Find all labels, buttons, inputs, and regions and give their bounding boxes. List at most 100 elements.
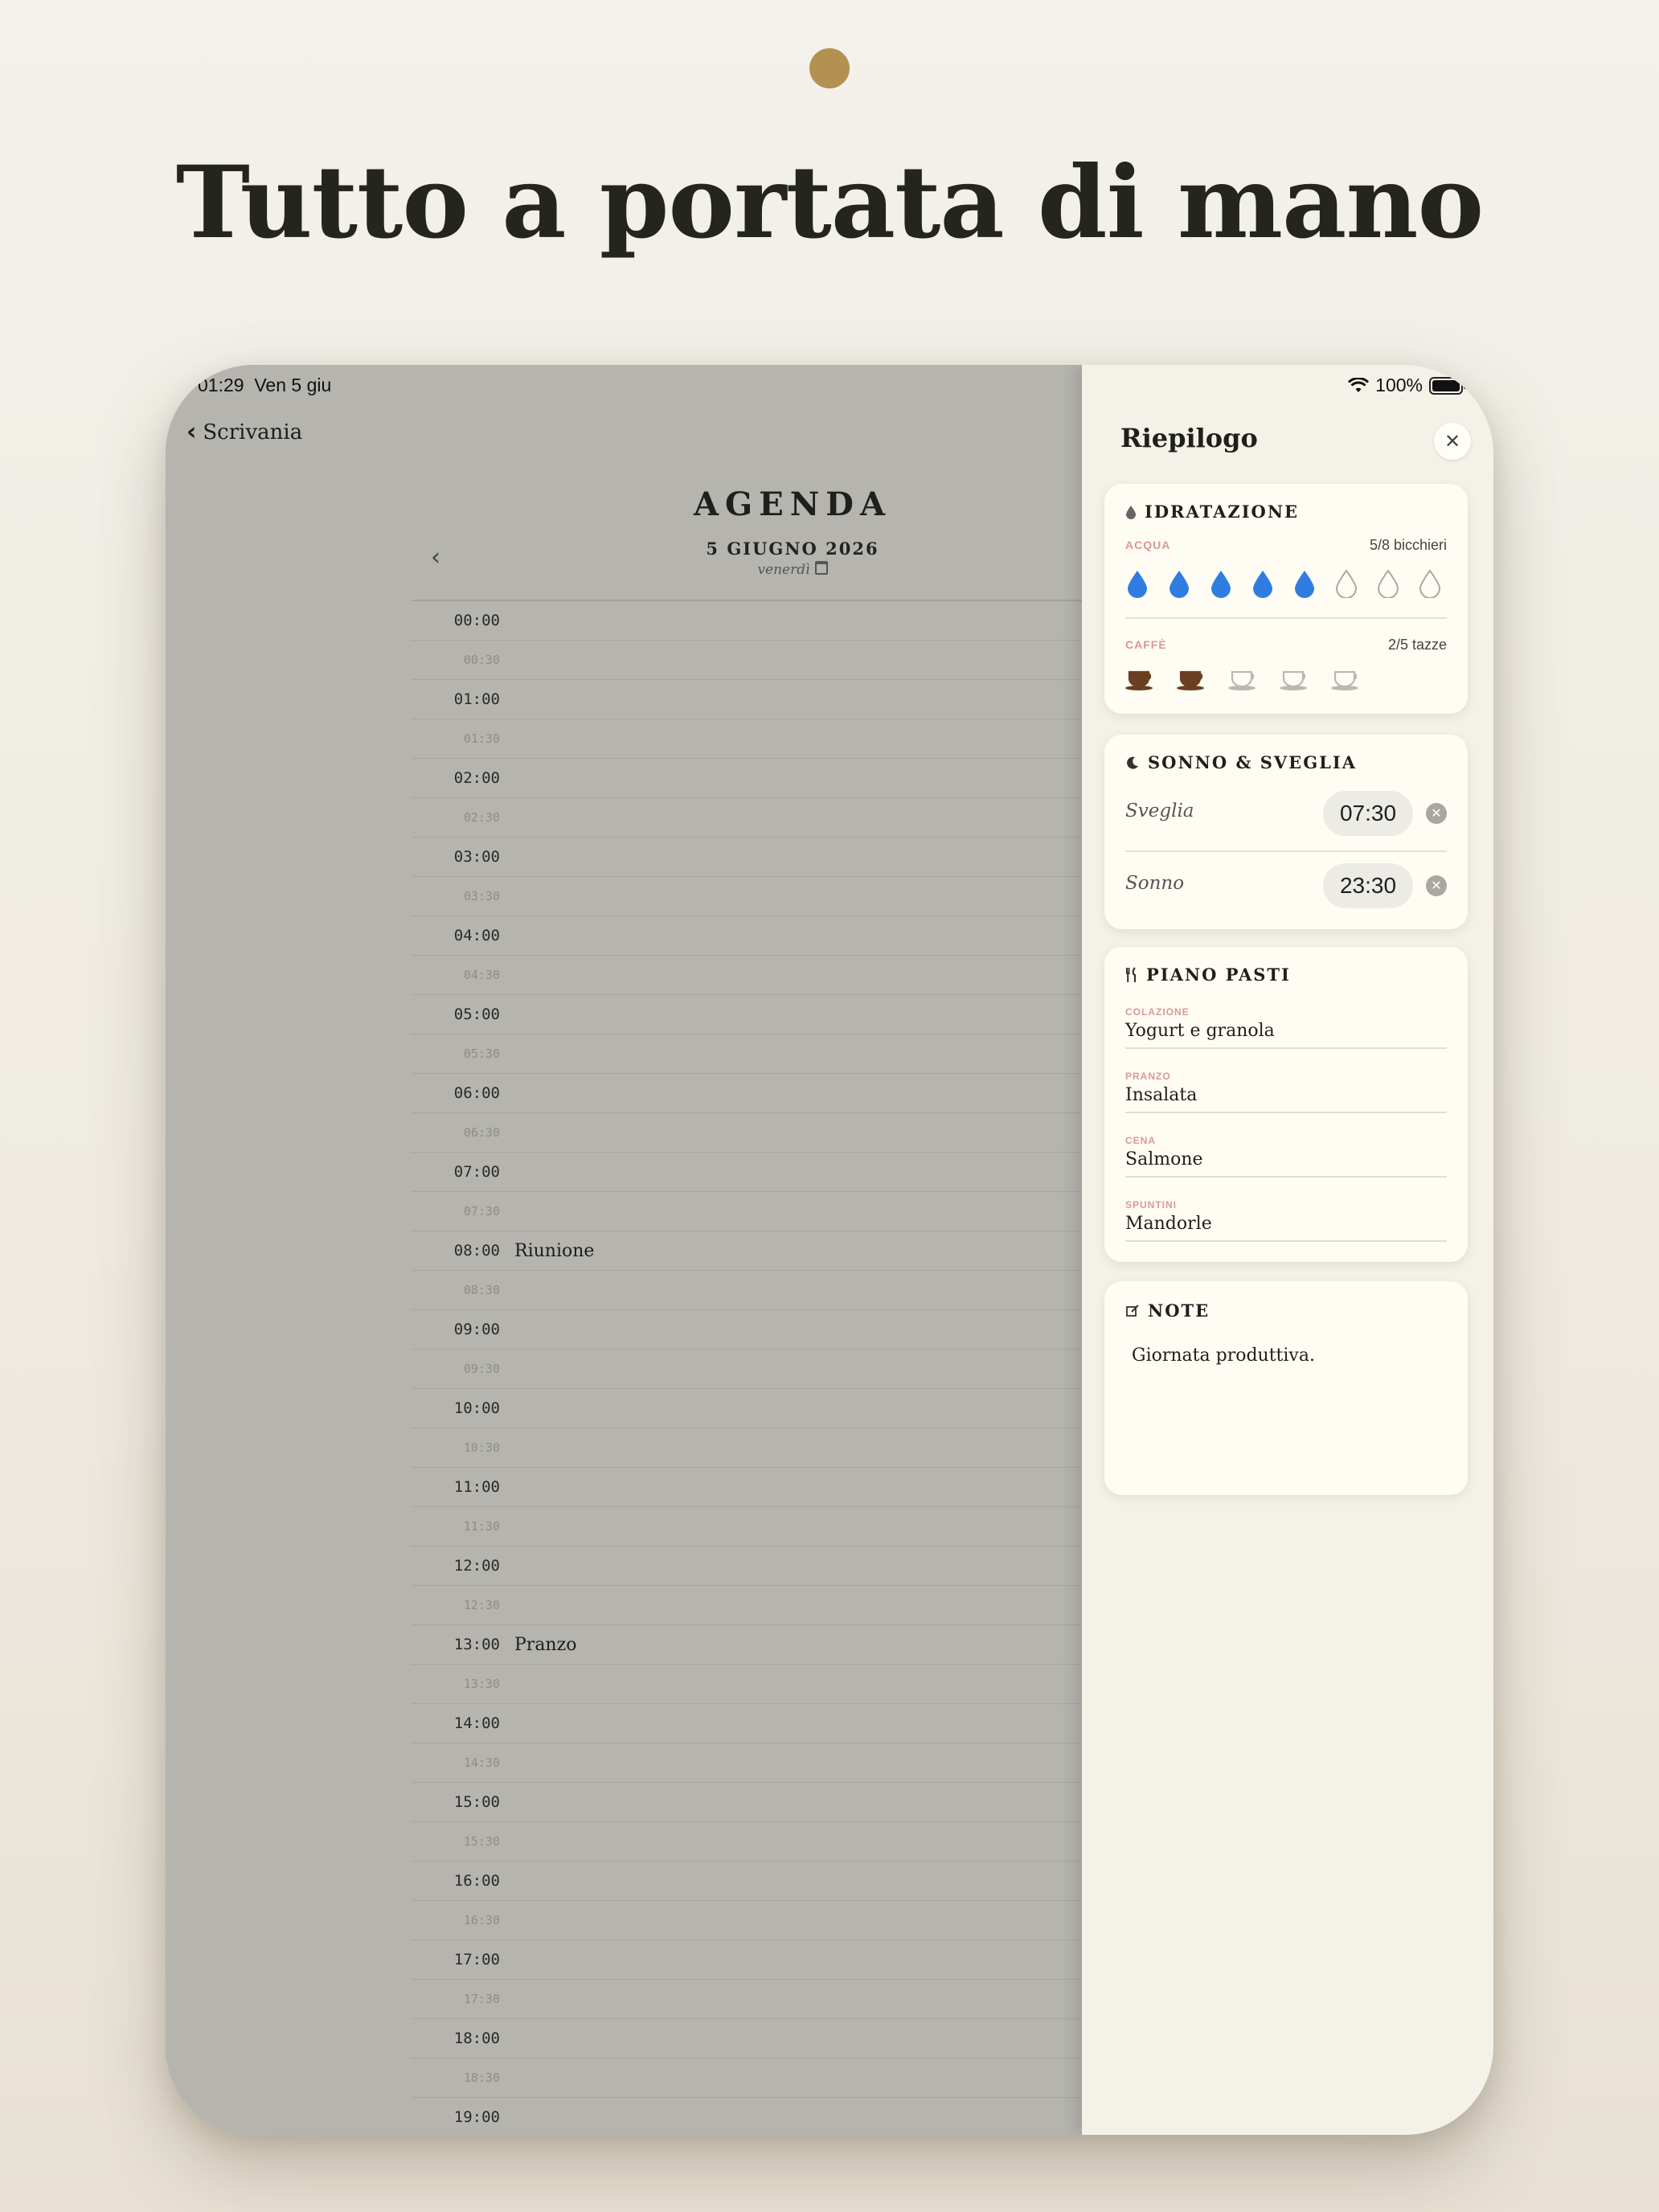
water-label: ACQUA bbox=[1125, 539, 1171, 551]
clear-sleep-icon[interactable]: ✕ bbox=[1426, 875, 1447, 896]
previous-day-button[interactable]: ‹ bbox=[431, 543, 440, 571]
sleep-time-picker[interactable]: 23:30 bbox=[1323, 863, 1413, 908]
time-slot[interactable]: 12:00 bbox=[412, 1546, 1082, 1586]
water-drop-filled-icon[interactable] bbox=[1251, 569, 1275, 601]
time-slot[interactable]: 16:00 bbox=[412, 1862, 1082, 1901]
slot-time: 17:30 bbox=[463, 1992, 500, 2006]
time-slot[interactable]: 00:00 bbox=[412, 601, 1082, 641]
summary-panel: 100% Riepilogo ✕ IDRATAZIONE ACQUA 5/8 b… bbox=[1082, 365, 1493, 2135]
time-slot[interactable]: 04:00 bbox=[412, 916, 1082, 956]
time-slot[interactable]: 04:30 bbox=[412, 956, 1082, 995]
water-count: 5/8 bicchieri bbox=[1369, 537, 1447, 553]
battery-level: 100% bbox=[1375, 375, 1423, 395]
divider bbox=[1125, 850, 1447, 852]
time-slot[interactable]: 19:00 bbox=[412, 2098, 1082, 2135]
coffee-label: CAFFÈ bbox=[1125, 638, 1167, 651]
time-slot[interactable]: 06:00 bbox=[412, 1074, 1082, 1113]
notes-text[interactable]: Giornata produttiva. bbox=[1132, 1346, 1315, 1366]
agenda-date: 5 GIUGNO 2026 bbox=[706, 539, 879, 559]
time-slot[interactable]: 06:30 bbox=[412, 1113, 1082, 1153]
time-slot[interactable]: 13:00 Pranzo bbox=[412, 1625, 1082, 1665]
slot-time: 01:30 bbox=[463, 731, 500, 746]
calendar-icon bbox=[814, 561, 828, 575]
time-slot[interactable]: 03:30 bbox=[412, 877, 1082, 916]
coffee-cup-filled-icon[interactable] bbox=[1124, 667, 1156, 694]
time-slot[interactable]: 07:00 bbox=[412, 1153, 1082, 1192]
coffee-cup-empty-icon[interactable] bbox=[1329, 667, 1362, 694]
lunch-label: PRANZO bbox=[1125, 1071, 1171, 1082]
slot-time: 13:00 bbox=[453, 1636, 500, 1653]
back-button[interactable]: ‹ Scrivania bbox=[186, 418, 302, 446]
time-slot[interactable]: 02:30 bbox=[412, 798, 1082, 838]
slot-time: 04:00 bbox=[453, 927, 500, 944]
coffee-cup-filled-icon[interactable] bbox=[1175, 667, 1207, 694]
tablet-screen: 01:29 Ven 5 giu ‹ Scrivania AGENDA ‹ 5 G… bbox=[166, 365, 1493, 2135]
slot-time: 09:30 bbox=[463, 1362, 500, 1376]
time-slot[interactable]: 08:00 Riunione bbox=[412, 1231, 1082, 1271]
time-slot[interactable]: 01:30 bbox=[412, 719, 1082, 759]
slot-time: 08:00 bbox=[453, 1242, 500, 1260]
time-slot[interactable]: 16:30 bbox=[412, 1901, 1082, 1940]
time-slot[interactable]: 18:00 bbox=[412, 2019, 1082, 2058]
time-slot[interactable]: 12:30 bbox=[412, 1586, 1082, 1625]
time-slot[interactable]: 15:30 bbox=[412, 1822, 1082, 1862]
time-slot[interactable]: 10:30 bbox=[412, 1428, 1082, 1468]
time-slot[interactable]: 14:30 bbox=[412, 1743, 1082, 1783]
water-drop-filled-icon[interactable] bbox=[1209, 569, 1233, 601]
time-slot[interactable]: 05:30 bbox=[412, 1034, 1082, 1074]
time-slot[interactable]: 07:30 bbox=[412, 1192, 1082, 1231]
snacks-input[interactable]: Mandorle bbox=[1125, 1214, 1447, 1242]
agenda-weekday[interactable]: venerdì bbox=[592, 561, 993, 578]
slot-event[interactable]: Riunione bbox=[514, 1241, 594, 1261]
time-slot[interactable]: 02:00 bbox=[412, 759, 1082, 798]
time-slot[interactable]: 01:00 bbox=[412, 680, 1082, 719]
slot-time: 04:30 bbox=[463, 968, 500, 982]
water-drop-empty-icon[interactable] bbox=[1418, 569, 1442, 601]
time-slot[interactable]: 00:30 bbox=[412, 641, 1082, 680]
slot-time: 19:00 bbox=[453, 2108, 500, 2126]
wake-time-picker[interactable]: 07:30 bbox=[1323, 791, 1413, 836]
time-slot[interactable]: 09:30 bbox=[412, 1350, 1082, 1389]
time-slot[interactable]: 03:00 bbox=[412, 838, 1082, 877]
water-drop-filled-icon[interactable] bbox=[1125, 569, 1149, 601]
panel-title: Riepilogo bbox=[1120, 423, 1258, 453]
time-slot[interactable]: 10:00 bbox=[412, 1389, 1082, 1428]
agenda-title: AGENDA bbox=[694, 485, 891, 523]
time-slot[interactable]: 11:00 bbox=[412, 1468, 1082, 1507]
slot-time: 15:30 bbox=[463, 1834, 500, 1849]
time-slot[interactable]: 15:00 bbox=[412, 1783, 1082, 1822]
status-time: 01:29 Ven 5 giu bbox=[198, 375, 332, 395]
wifi-icon bbox=[1348, 377, 1370, 392]
water-drop-filled-icon[interactable] bbox=[1167, 569, 1191, 601]
time-slot[interactable]: 13:30 bbox=[412, 1665, 1082, 1704]
slot-event[interactable]: Pranzo bbox=[514, 1635, 576, 1655]
coffee-cups bbox=[1124, 667, 1362, 694]
time-slot[interactable]: 09:00 bbox=[412, 1310, 1082, 1350]
moon-icon bbox=[1127, 756, 1138, 769]
time-slot[interactable]: 05:00 bbox=[412, 995, 1082, 1034]
hydration-card: IDRATAZIONE ACQUA 5/8 bicchieri CAFFÈ 2/… bbox=[1104, 484, 1468, 714]
clear-wake-icon[interactable]: ✕ bbox=[1426, 803, 1447, 824]
coffee-cup-empty-icon[interactable] bbox=[1278, 667, 1310, 694]
time-slot[interactable]: 11:30 bbox=[412, 1507, 1082, 1546]
time-slot[interactable]: 08:30 bbox=[412, 1271, 1082, 1310]
slot-time: 18:30 bbox=[463, 2071, 500, 2085]
note-edit-icon bbox=[1126, 1304, 1139, 1317]
dinner-input[interactable]: Salmone bbox=[1125, 1149, 1447, 1178]
breakfast-input[interactable]: Yogurt e granola bbox=[1125, 1021, 1447, 1049]
water-drop-empty-icon[interactable] bbox=[1334, 569, 1358, 601]
time-slot[interactable]: 14:00 bbox=[412, 1704, 1082, 1743]
close-icon[interactable]: ✕ bbox=[1434, 423, 1471, 460]
water-drop-filled-icon[interactable] bbox=[1292, 569, 1317, 601]
coffee-cup-empty-icon[interactable] bbox=[1227, 667, 1259, 694]
drop-icon bbox=[1126, 505, 1136, 519]
slot-time: 10:30 bbox=[463, 1440, 500, 1455]
water-drop-empty-icon[interactable] bbox=[1376, 569, 1400, 601]
water-drops bbox=[1125, 569, 1442, 601]
lunch-input[interactable]: Insalata bbox=[1125, 1085, 1447, 1113]
time-slot[interactable]: 17:30 bbox=[412, 1980, 1082, 2019]
time-slot[interactable]: 18:30 bbox=[412, 2058, 1082, 2098]
slot-time: 03:30 bbox=[463, 889, 500, 903]
time-slot[interactable]: 17:00 bbox=[412, 1940, 1082, 1980]
slot-time: 08:30 bbox=[463, 1283, 500, 1297]
